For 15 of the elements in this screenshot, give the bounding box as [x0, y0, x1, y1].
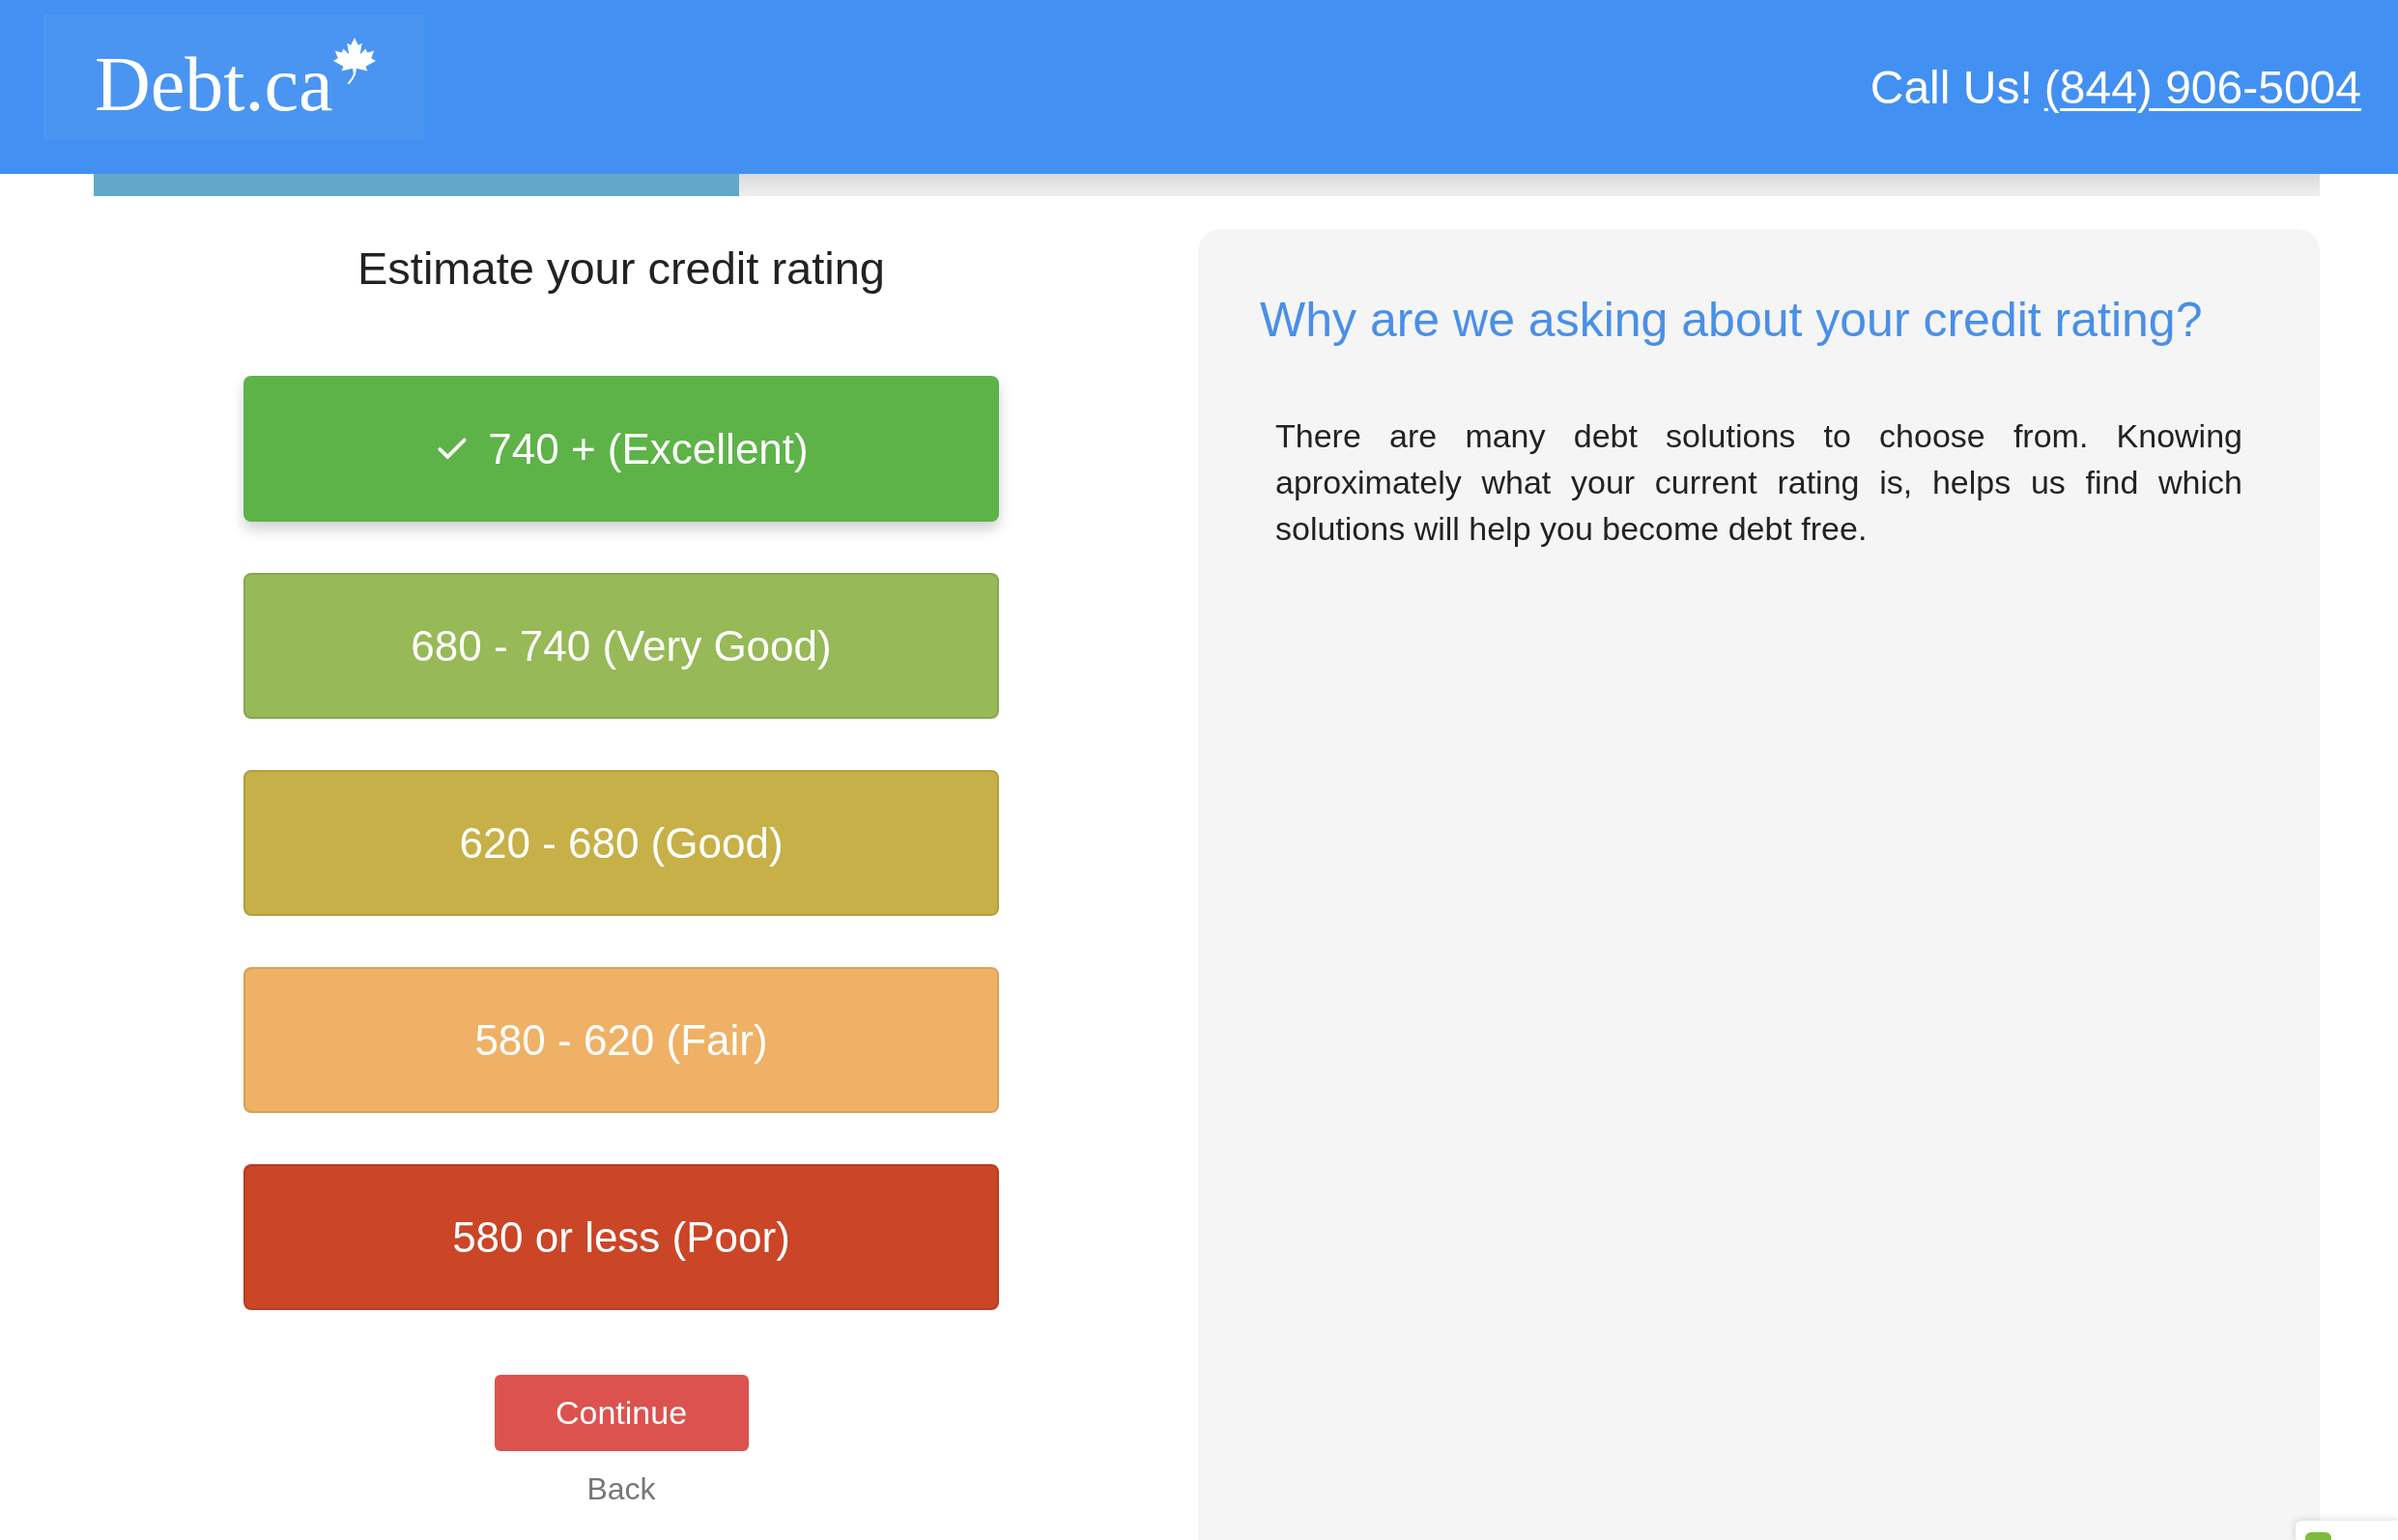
question-title: Estimate your credit rating	[357, 242, 885, 296]
phone-link[interactable]: (844) 906-5004	[2043, 60, 2361, 114]
logo[interactable]: Debt.ca	[43, 14, 424, 140]
info-heading: Why are we asking about your credit rating?	[1260, 292, 2204, 349]
call-label: Call Us!	[1870, 60, 2033, 114]
rating-option[interactable]: 580 - 620 (Fair)	[243, 967, 999, 1114]
info-text: There are many debt solutions to choose from. Knowing aproximately what your current rating is, helps us find which solutions will help you become debt free.	[1275, 416, 2242, 549]
rating-option[interactable]: 740 + (Excellent)	[243, 376, 999, 523]
continue-button[interactable]: Continue	[494, 1375, 749, 1452]
tile-icon	[2305, 1532, 2331, 1540]
back-link[interactable]: Back	[586, 1470, 656, 1508]
corner-widget[interactable]	[2296, 1521, 2398, 1540]
rating-option[interactable]: 620 - 680 (Good)	[243, 770, 999, 917]
rating-option[interactable]: 680 - 740 (Very Good)	[243, 573, 999, 720]
rating-option[interactable]: 580 or less (Poor)	[243, 1164, 999, 1311]
